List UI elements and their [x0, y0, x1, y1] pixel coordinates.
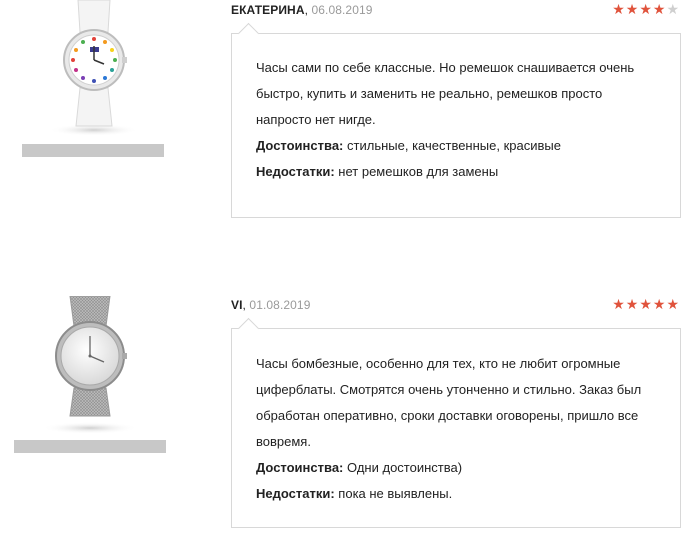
- review-date: 06.08.2019: [311, 3, 373, 17]
- review-card: Часы сами по себе классные. Но ремешок с…: [231, 33, 681, 218]
- cons-row: Недостатки: пока не выявлены.: [256, 481, 656, 507]
- review-date: 01.08.2019: [249, 298, 311, 312]
- mesh-bracelet-watch-image[interactable]: [30, 296, 150, 434]
- redacted-caption: [22, 144, 164, 157]
- pros-label: Достоинства:: [256, 138, 344, 153]
- rating-stars: ★★★★★: [612, 296, 680, 313]
- review-meta: ЕКАТЕРИНА, 06.08.2019: [231, 3, 373, 17]
- cons-text: нет ремешков для замены: [338, 164, 499, 179]
- cons-label: Недостатки:: [256, 486, 335, 501]
- pros-label: Достоинства:: [256, 460, 344, 475]
- pros-text: Одни достоинства): [347, 460, 463, 475]
- author-name: VI: [231, 298, 243, 312]
- review-text: Часы сами по себе классные. Но ремешок с…: [256, 60, 635, 127]
- white-strap-watch-image[interactable]: [34, 0, 154, 136]
- star-filled-icon: ★★★★★: [612, 296, 680, 312]
- pros-row: Достоинства: стильные, качественные, кра…: [256, 133, 656, 159]
- review-meta: VI, 01.08.2019: [231, 298, 310, 312]
- review-text: Часы бомбезные, особенно для тех, кто не…: [256, 356, 642, 449]
- author-name: ЕКАТЕРИНА: [231, 3, 305, 17]
- star-filled-icon: ★★★★: [612, 1, 667, 17]
- cons-row: Недостатки: нет ремешков для замены: [256, 159, 656, 185]
- pros-text: стильные, качественные, красивые: [347, 138, 561, 153]
- star-empty-icon: ★: [666, 1, 680, 17]
- pros-row: Достоинства: Одни достоинства): [256, 455, 656, 481]
- redacted-caption: [14, 440, 166, 453]
- rating-stars: ★★★★★: [612, 1, 680, 18]
- cons-label: Недостатки:: [256, 164, 335, 179]
- review-card: Часы бомбезные, особенно для тех, кто не…: [231, 328, 681, 528]
- cons-text: пока не выявлены.: [338, 486, 453, 501]
